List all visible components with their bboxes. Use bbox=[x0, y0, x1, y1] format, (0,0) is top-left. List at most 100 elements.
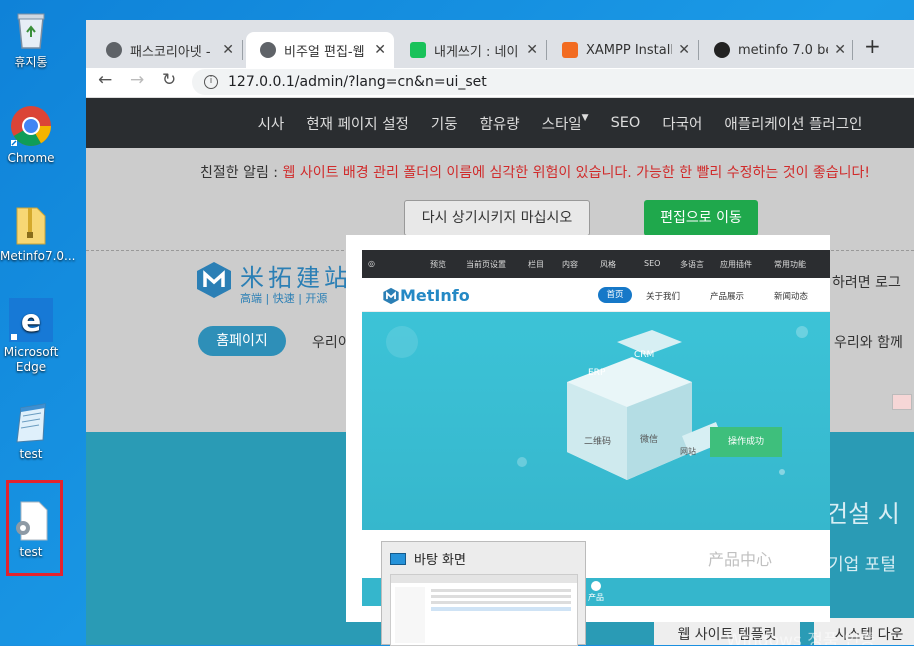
preview-topnav-item: 当前页设置 bbox=[466, 260, 506, 269]
address-bar[interactable]: i 127.0.0.1/admin/?lang=cn&n=ui_set bbox=[192, 69, 914, 95]
windows-activation-watermark: Windows 정품 인증 bbox=[726, 631, 876, 645]
security-notice: 친절한 알림 : 웹 사이트 배경 관리 폴더의 이름에 심각한 위험이 있습니… bbox=[200, 162, 870, 182]
preview-hero: ERP CRM 二维码 微信 网站 bbox=[362, 312, 830, 530]
preview-success-toast: 操作成功 bbox=[710, 427, 782, 457]
preview-topnav-item: 内容 bbox=[562, 260, 578, 269]
logo-cn: 米拓建站 bbox=[240, 264, 352, 292]
notice-warning: 웹 사이트 배경 관리 폴더의 이름에 심각한 위험이 있습니다. 가능한 한 … bbox=[282, 165, 871, 181]
tab-visual-edit[interactable]: 비주얼 편집-웹 ✕ bbox=[246, 32, 394, 68]
desktop: 휴지통 Chrome Metinfo7.0... e Microsoft Edg… bbox=[0, 0, 914, 646]
preview-website-label: 网站 bbox=[680, 447, 696, 456]
chrome-shortcut[interactable]: Chrome bbox=[0, 104, 62, 166]
tab-title: 패스코리아넷 - bbox=[130, 44, 211, 60]
login-link[interactable]: 하려면 로그 bbox=[832, 272, 901, 292]
caret-down-icon: ▼ bbox=[581, 112, 589, 123]
desktop-card-label: 바탕 화면 bbox=[414, 553, 466, 568]
preview-nav-home: 首页 bbox=[598, 287, 632, 303]
hero-subheading: 기업 포털 bbox=[828, 555, 896, 575]
preview-nav-about: 关于我们 bbox=[646, 292, 681, 302]
globe-icon bbox=[106, 42, 122, 58]
tab-title: 내게쓰기 : 네이 bbox=[434, 44, 519, 60]
preview-hero-illustration bbox=[386, 326, 808, 480]
zip-folder-icon bbox=[9, 202, 53, 246]
xampp-icon bbox=[562, 42, 578, 58]
preview-topnav-item: 应用插件 bbox=[720, 260, 752, 269]
monitor-icon bbox=[390, 552, 406, 565]
menu-item-page-settings[interactable]: 현재 페이지 설정 bbox=[306, 113, 409, 134]
edge-label: Microsoft Edge bbox=[3, 345, 59, 374]
recycle-bin-icon bbox=[9, 8, 53, 52]
github-icon bbox=[714, 42, 730, 58]
notice-label: 친절한 알림 : bbox=[200, 165, 279, 181]
product-icon bbox=[591, 581, 601, 591]
language-flag-icon[interactable] bbox=[892, 394, 912, 410]
preview-topnav-item: 风格 bbox=[600, 260, 616, 269]
edge-icon: e bbox=[9, 298, 53, 342]
menu-item-seo[interactable]: SEO bbox=[611, 115, 641, 131]
home-nav-button[interactable]: 홈페이지 bbox=[198, 326, 286, 356]
tab-title: 비주얼 편집-웹 bbox=[284, 44, 365, 60]
dismiss-button[interactable]: 다시 상기시키지 마십시오 bbox=[404, 200, 590, 236]
tab-title: XAMPP Installer bbox=[586, 42, 672, 58]
chrome-icon bbox=[9, 104, 53, 148]
nav-contact[interactable]: 우리와 함께 bbox=[834, 332, 903, 352]
close-tab-icon[interactable]: ✕ bbox=[834, 42, 846, 58]
toolbar: ← → ↻ i 127.0.0.1/admin/?lang=cn&n=ui_se… bbox=[86, 68, 914, 98]
tab-passkorea[interactable]: 패스코리아넷 - ✕ bbox=[92, 32, 242, 68]
menu-item-preview[interactable]: 시사 bbox=[258, 113, 285, 134]
back-arrow-icon[interactable]: ← bbox=[98, 70, 112, 90]
tab-metinfo-github[interactable]: metinfo 7.0 beta ✕ bbox=[700, 32, 854, 68]
selection-highlight bbox=[6, 480, 63, 576]
metinfo-logo-icon bbox=[383, 287, 399, 305]
menu-item-languages[interactable]: 다국어 bbox=[662, 113, 702, 134]
metinfo-zip-shortcut[interactable]: Metinfo7.0... bbox=[0, 202, 75, 264]
preview-wechat-label: 微信 bbox=[640, 435, 659, 445]
preview-crm-label: CRM bbox=[634, 350, 655, 360]
edge-shortcut[interactable]: e Microsoft Edge bbox=[0, 298, 62, 375]
preview-erp-label: ERP bbox=[588, 368, 606, 378]
globe-icon bbox=[260, 42, 276, 58]
close-tab-icon[interactable]: ✕ bbox=[222, 42, 234, 58]
go-edit-button[interactable]: 편집으로 이동 bbox=[644, 200, 758, 236]
new-tab-button[interactable]: + bbox=[864, 34, 881, 58]
menu-item-style[interactable]: 스타일▼ bbox=[542, 113, 589, 134]
chrome-label: Chrome bbox=[7, 151, 55, 165]
hero-heading: 건설 시 bbox=[826, 500, 900, 528]
tab-title: metinfo 7.0 beta bbox=[738, 42, 828, 58]
svg-text:e: e bbox=[21, 304, 41, 339]
preview-topnav-item: 栏目 bbox=[528, 260, 544, 269]
reload-icon[interactable]: ↻ bbox=[162, 70, 176, 90]
recycle-bin-shortcut[interactable]: 휴지통 bbox=[0, 8, 62, 70]
naver-mail-icon bbox=[410, 42, 426, 58]
test-notepad-file[interactable]: test bbox=[0, 400, 62, 462]
menu-item-content[interactable]: 함유량 bbox=[480, 113, 520, 134]
desktop-thumbnail-card[interactable]: 바탕 화면 bbox=[381, 541, 586, 646]
preview-logo-icon: ◎ bbox=[368, 259, 375, 268]
preview-site-header: MetInfo 首页 关于我们 产品展示 新闻动态 bbox=[362, 278, 830, 312]
admin-menu: 시사 현재 페이지 설정 기둥 함유량 스타일▼ SEO 다국어 애플리케이션 … bbox=[86, 98, 914, 148]
close-tab-icon[interactable]: ✕ bbox=[374, 42, 386, 58]
forward-arrow-icon[interactable]: → bbox=[130, 70, 144, 90]
close-tab-icon[interactable]: ✕ bbox=[526, 42, 538, 58]
close-tab-icon[interactable]: ✕ bbox=[678, 42, 690, 58]
test-notepad-label: test bbox=[19, 447, 43, 461]
logo-sub: 高端 | 快速 | 开源 bbox=[240, 292, 328, 305]
menu-item-plugins[interactable]: 애플리케이션 플러그인 bbox=[724, 113, 862, 134]
preview-topnav-item: 多语言 bbox=[680, 260, 704, 269]
preview-product-center: 产品中心 bbox=[708, 550, 773, 569]
metinfo-logo-icon bbox=[197, 262, 231, 298]
site-logo[interactable]: 米拓建站 高端 | 快速 | 开源 bbox=[194, 254, 354, 314]
nav-about[interactable]: 우리이 bbox=[312, 332, 351, 352]
tab-naver-mail[interactable]: 내게쓰기 : 네이 ✕ bbox=[396, 32, 546, 68]
tab-xampp[interactable]: XAMPP Installer ✕ bbox=[548, 32, 698, 68]
preview-topnav-item: SEO bbox=[644, 259, 661, 268]
metinfo-zip-label: Metinfo7.0... bbox=[0, 249, 76, 263]
preview-footer-label: 产品 bbox=[588, 593, 604, 602]
info-icon[interactable]: i bbox=[204, 75, 218, 89]
recycle-bin-label: 휴지통 bbox=[14, 55, 48, 69]
preview-admin-bar: ◎ 预览 当前页设置 栏目 内容 风格 SEO 多语言 应用插件 常用功能 bbox=[362, 250, 830, 278]
desktop-card-title: 바탕 화면 bbox=[390, 549, 466, 568]
url-text: 127.0.0.1/admin/?lang=cn&n=ui_set bbox=[228, 74, 487, 90]
notepad-icon bbox=[9, 400, 53, 444]
menu-item-columns[interactable]: 기둥 bbox=[431, 113, 458, 134]
